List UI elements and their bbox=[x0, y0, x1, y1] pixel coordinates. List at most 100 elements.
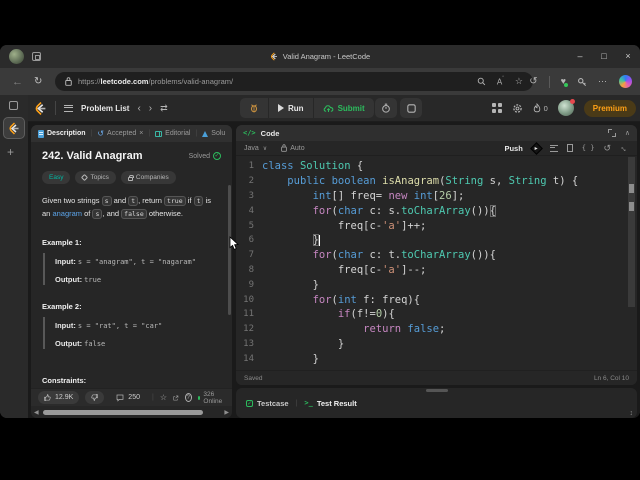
topics-badge[interactable]: Topics bbox=[75, 171, 116, 184]
code-line[interactable]: 8 freq[c-'a']--; bbox=[236, 263, 637, 278]
debug-button[interactable] bbox=[240, 98, 268, 118]
code-line[interactable]: 11 if(f!=0){ bbox=[236, 307, 637, 322]
code-line[interactable]: 1 class Solution { bbox=[236, 159, 637, 174]
resize-vertical-icon[interactable]: ↕ bbox=[630, 410, 634, 417]
problem-list-icon[interactable] bbox=[64, 104, 73, 112]
refresh-icon[interactable]: ↻ bbox=[34, 68, 42, 95]
hscroll-thumb[interactable] bbox=[42, 409, 203, 415]
editorial-icon bbox=[155, 130, 163, 137]
scroll-right-icon[interactable]: ▶ bbox=[224, 409, 229, 416]
zoom-icon[interactable] bbox=[477, 77, 486, 86]
format-code-icon[interactable] bbox=[549, 144, 558, 152]
shuffle-icon[interactable]: ⇄ bbox=[160, 103, 168, 114]
code-line[interactable]: 6 } bbox=[236, 233, 637, 248]
code-line[interactable]: 4 for(char c: s.toCharArray()){ bbox=[236, 203, 637, 218]
scrollbar-mark bbox=[629, 184, 634, 193]
comments-button[interactable]: 250 bbox=[110, 391, 146, 404]
thumbs-down-icon bbox=[91, 394, 99, 401]
settings-gear-icon[interactable] bbox=[512, 103, 523, 114]
tab-description[interactable]: Description bbox=[38, 129, 86, 138]
tab-actions-icon[interactable] bbox=[9, 101, 18, 110]
editor-scrollbar[interactable] bbox=[628, 157, 635, 307]
copilot-icon[interactable] bbox=[619, 75, 632, 88]
favorite-star-icon[interactable]: ☆ bbox=[515, 76, 523, 87]
tab-testcase[interactable]: ✓ Testcase bbox=[246, 399, 289, 408]
new-tab-icon[interactable]: + bbox=[7, 145, 14, 159]
fullscreen-icon[interactable] bbox=[607, 129, 616, 137]
example2-input: s = "rat", t = "car" bbox=[77, 321, 163, 330]
problem-statement: Given two strings s and t, return true i… bbox=[42, 196, 211, 220]
chevron-down-icon: ∨ bbox=[262, 145, 268, 152]
brackets-icon[interactable]: { } bbox=[582, 144, 595, 152]
code-editor[interactable]: 1 class Solution {2 public boolean isAnag… bbox=[236, 156, 637, 370]
example1-input: s = "anagram", t = "nagaram" bbox=[77, 257, 196, 266]
auto-lock-icon bbox=[281, 144, 288, 152]
address-bar[interactable]: https://leetcode.com/problems/valid-anag… bbox=[55, 72, 533, 91]
lock-icon bbox=[65, 77, 72, 86]
code-line[interactable]: 3 int[] freq= new int[26]; bbox=[236, 189, 637, 204]
collapse-icon[interactable]: ∧ bbox=[625, 129, 630, 137]
prev-problem-icon[interactable]: ‹ bbox=[137, 103, 140, 114]
code-panel: </> Code ∧ Java ∨ Auto Push ▸ {} ↺ ↔ 1 … bbox=[236, 125, 637, 385]
sync-icon[interactable]: ↺ bbox=[529, 76, 537, 87]
submit-button[interactable]: Submit bbox=[314, 98, 374, 118]
description-hscrollbar[interactable]: ◀ ▶ bbox=[34, 408, 229, 416]
notes-button[interactable] bbox=[400, 98, 422, 118]
maximize-editor-icon[interactable]: ↔ bbox=[618, 141, 631, 154]
comment-icon bbox=[116, 394, 124, 402]
companies-badge[interactable]: Companies bbox=[120, 171, 176, 184]
code-line[interactable]: 10 for(int f: freq){ bbox=[236, 292, 637, 307]
mouse-cursor bbox=[229, 236, 239, 250]
next-problem-icon[interactable]: › bbox=[149, 103, 152, 114]
panel-drag-handle[interactable] bbox=[425, 389, 448, 392]
share-icon[interactable] bbox=[173, 394, 179, 402]
read-aloud-icon[interactable]: Aˆ bbox=[497, 76, 504, 87]
code-line[interactable]: 9 } bbox=[236, 277, 637, 292]
tab-editorial[interactable]: Editorial bbox=[155, 130, 190, 137]
more-menu-icon[interactable]: ⋯ bbox=[598, 76, 608, 87]
code-line[interactable]: 7 for(char c: t.toCharArray()){ bbox=[236, 248, 637, 263]
run-button[interactable]: Run bbox=[269, 98, 313, 118]
tab-solutions[interactable]: Solu bbox=[202, 130, 225, 137]
browser-essentials-icon[interactable]: ♥ bbox=[561, 77, 569, 87]
back-icon[interactable]: ← bbox=[12, 68, 23, 95]
example1-block: Input: s = "anagram", t = "nagaram" Outp… bbox=[43, 252, 221, 285]
like-button[interactable]: 12.9K bbox=[38, 391, 80, 404]
premium-button[interactable]: Premium bbox=[583, 99, 636, 117]
code-line[interactable]: 13 } bbox=[236, 337, 637, 352]
toolbar-right-icons: ↺ ♥ ⋯ bbox=[529, 68, 632, 95]
scrollbar-mark bbox=[629, 202, 634, 211]
reset-code-icon[interactable]: ↺ bbox=[603, 143, 611, 154]
dislike-button[interactable] bbox=[85, 391, 105, 404]
language-selector[interactable]: Java bbox=[244, 145, 259, 152]
close-tab-icon[interactable]: × bbox=[139, 130, 143, 137]
difficulty-badge[interactable]: Easy bbox=[42, 171, 71, 184]
leetcode-favicon bbox=[270, 52, 277, 61]
bookmark-icon[interactable] bbox=[566, 144, 573, 155]
code-line[interactable]: 5 freq[c-'a']++; bbox=[236, 218, 637, 233]
code-line[interactable]: 12 return false; bbox=[236, 322, 637, 337]
help-icon[interactable]: ? bbox=[184, 393, 192, 402]
star-button[interactable]: ☆ bbox=[160, 393, 167, 402]
tab-test-result[interactable]: >_ Test Result bbox=[304, 399, 356, 408]
active-tab-leetcode[interactable] bbox=[3, 117, 25, 139]
user-avatar[interactable] bbox=[557, 99, 575, 116]
maximize-button[interactable]: □ bbox=[592, 45, 616, 68]
streak-counter[interactable]: 0 bbox=[533, 103, 548, 113]
timer-button[interactable] bbox=[375, 98, 397, 118]
tab-accepted[interactable]: ↺ Accepted × bbox=[97, 129, 143, 138]
minimize-button[interactable]: – bbox=[568, 45, 592, 68]
problem-list-link[interactable]: Problem List bbox=[81, 104, 129, 113]
code-line[interactable]: 2 public boolean isAnagram(String s, Str… bbox=[236, 174, 637, 189]
leetcode-logo[interactable] bbox=[34, 101, 47, 116]
example1-output: true bbox=[84, 275, 102, 284]
auto-toggle[interactable]: Auto bbox=[281, 144, 305, 152]
scroll-left-icon[interactable]: ◀ bbox=[34, 409, 39, 416]
thumbs-up-icon bbox=[44, 394, 51, 401]
apps-grid-icon[interactable] bbox=[491, 103, 496, 107]
code-line[interactable]: 14 } bbox=[236, 351, 637, 366]
sync-diamond-icon[interactable]: ▸ bbox=[529, 141, 543, 155]
nav-divider bbox=[55, 101, 56, 115]
close-button[interactable]: × bbox=[616, 45, 640, 68]
profile-key-icon[interactable] bbox=[577, 77, 587, 87]
